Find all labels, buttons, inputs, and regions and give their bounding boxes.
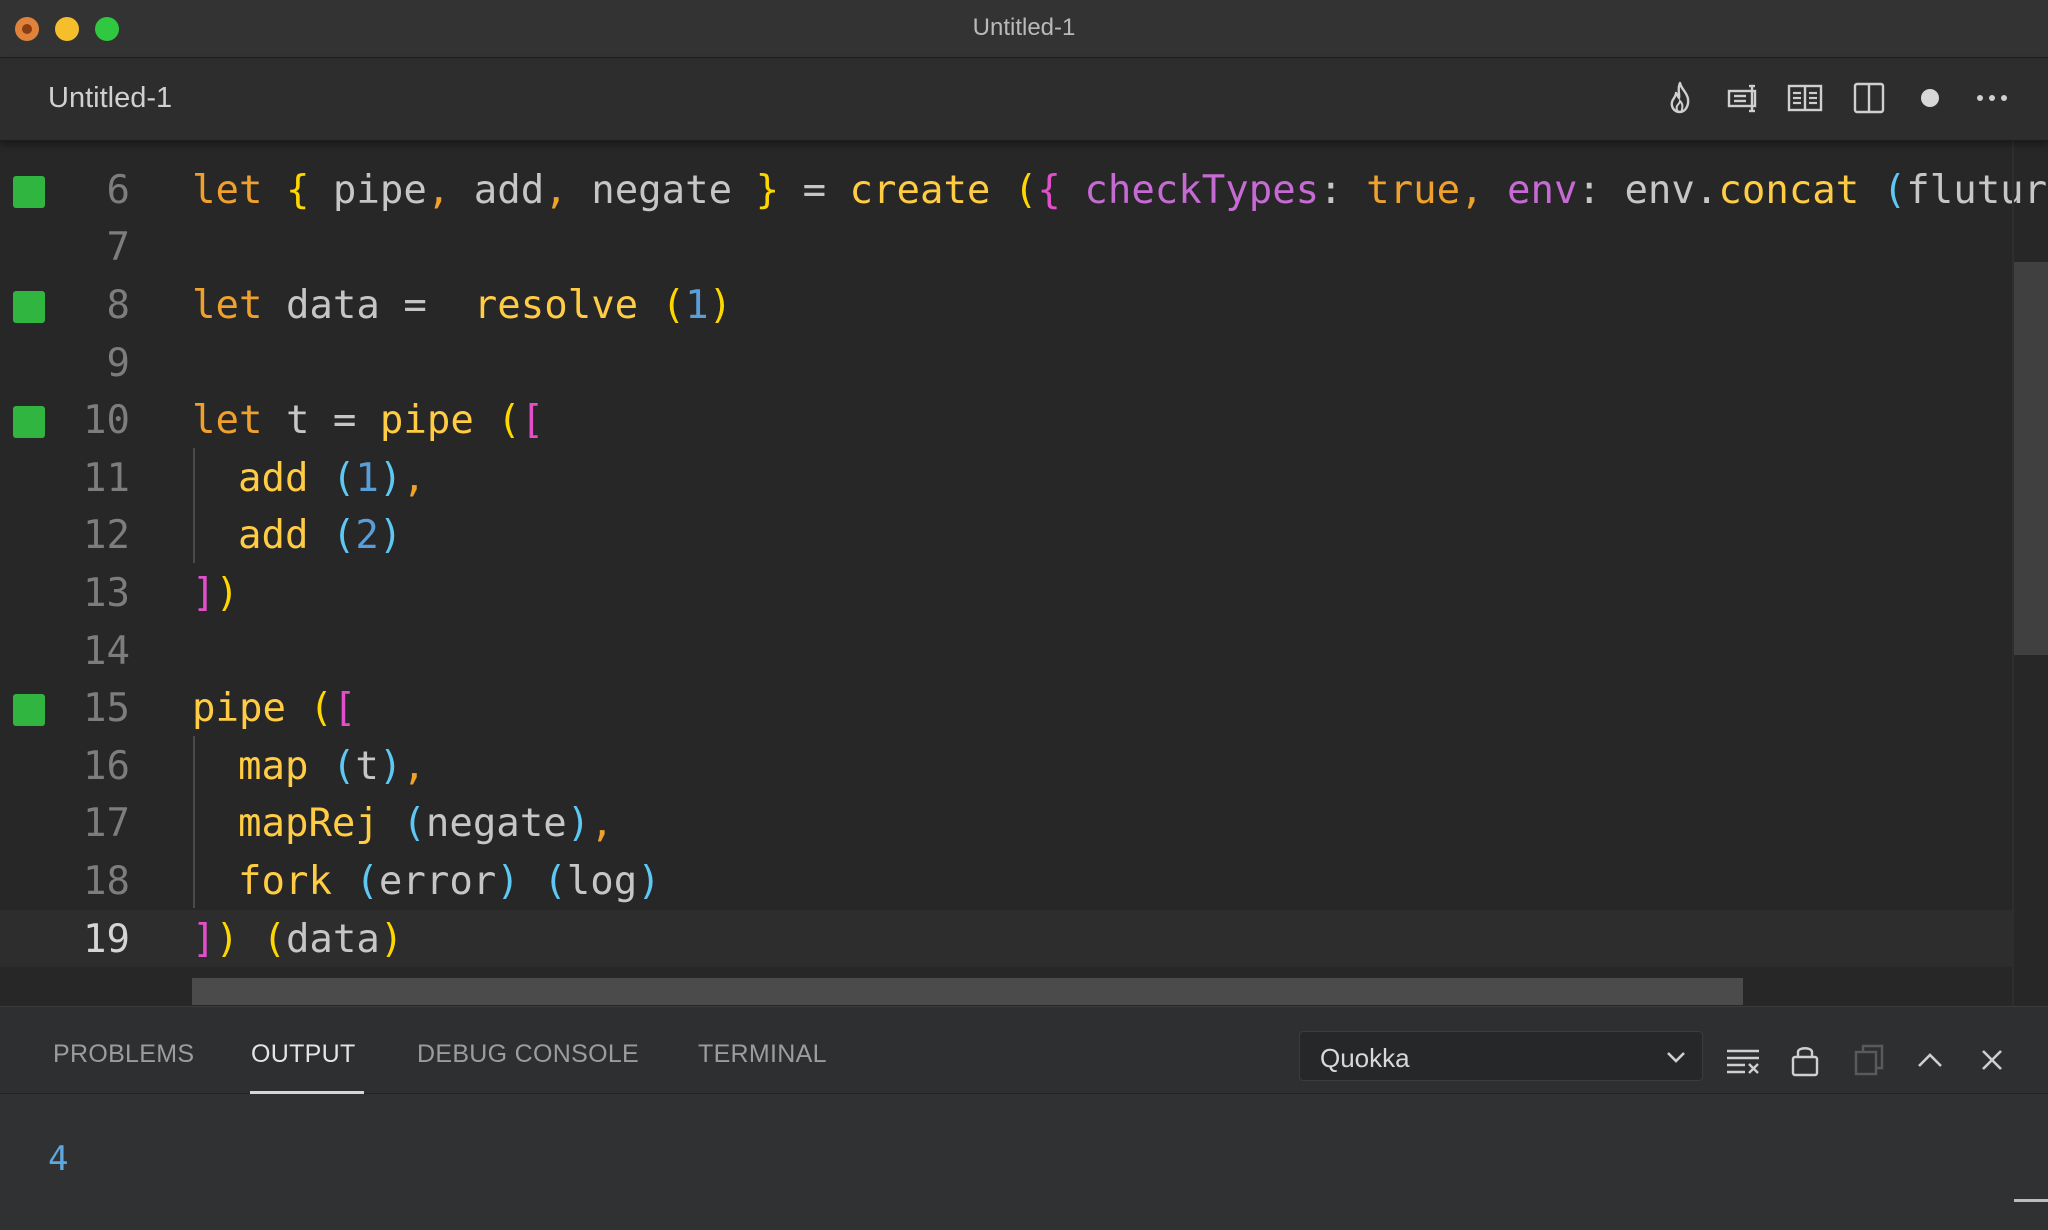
output-channel-value: Quokka (1320, 1043, 1410, 1073)
line-number: 19 (83, 917, 130, 962)
line-number: 15 (83, 686, 130, 731)
code-line-18[interactable]: 18 fork (error) (log) (0, 852, 2012, 909)
chevron-down-icon (1664, 1045, 1688, 1074)
editor-tab-bar: Untitled-1 (0, 58, 2048, 141)
app-window: Untitled-1 Untitled-1 5 6 (0, 0, 2048, 1230)
output-panel: PROBLEMS OUTPUT DEBUG CONSOLE TERMINAL Q… (0, 1006, 2048, 1230)
code-line-19-current[interactable]: 19 ]) (data) (0, 910, 2012, 967)
quokka-coverage-marker (13, 694, 45, 726)
code-text: add (1), (238, 456, 426, 501)
horizontal-scrollbar-thumb[interactable] (192, 978, 1743, 1005)
line-number: 16 (83, 744, 130, 789)
code-text: fork (error) (log) (238, 859, 661, 904)
line-number: 8 (106, 283, 130, 328)
quokka-coverage-marker (13, 176, 45, 208)
tab-debug-console[interactable]: DEBUG CONSOLE (417, 1040, 639, 1069)
line-number: 9 (106, 341, 130, 386)
output-value: 4 (48, 1139, 69, 1179)
close-panel-icon[interactable] (1972, 1040, 2012, 1080)
tab-untitled-1[interactable]: Untitled-1 (48, 82, 172, 115)
code-text: let t = pipe ([ (192, 398, 545, 443)
code-line-7[interactable]: 7 (0, 218, 2012, 275)
tab-terminal[interactable]: TERMINAL (698, 1040, 827, 1069)
line-number: 14 (83, 629, 130, 674)
unsaved-dot-icon[interactable] (1910, 78, 1950, 118)
code-line-16[interactable]: 16 map (t), (0, 737, 2012, 794)
vertical-scrollbar-thumb[interactable] (2014, 262, 2048, 655)
code-line-12[interactable]: 12 add (2) (0, 506, 2012, 563)
maximize-panel-icon[interactable] (1910, 1040, 1950, 1080)
open-editor-icon[interactable] (1849, 1040, 1889, 1080)
code-line-15[interactable]: 15 pipe ([ (0, 679, 2012, 736)
line-number: 10 (83, 398, 130, 443)
code-line-10[interactable]: 10 let t = pipe ([ (0, 391, 2012, 448)
code-text: mapRej (negate), (238, 801, 614, 846)
tab-problems[interactable]: PROBLEMS (53, 1040, 194, 1069)
code-line-11[interactable]: 11 add (1), (0, 449, 2012, 506)
code-text: map (t), (238, 744, 426, 789)
open-book-icon[interactable] (1785, 78, 1825, 118)
title-bar: Untitled-1 (0, 0, 2048, 58)
output-channel-select[interactable]: Quokka (1299, 1031, 1703, 1081)
code-line-5-partial: 5 (0, 140, 2012, 151)
line-number: 11 (83, 456, 130, 501)
window-title: Untitled-1 (972, 14, 1076, 41)
flame-icon[interactable] (1660, 78, 1700, 118)
code-line-6[interactable]: 6 let { pipe, add, negate } = create ({ … (0, 161, 2047, 218)
line-number: 13 (83, 571, 130, 616)
tab-output[interactable]: OUTPUT (251, 1040, 356, 1069)
code-editor[interactable]: 5 6 let { pipe, add, negate } = create (… (0, 140, 2048, 1006)
code-text: let data = resolve (1) (192, 283, 733, 328)
quokka-coverage-marker (13, 291, 45, 323)
panel-header: PROBLEMS OUTPUT DEBUG CONSOLE TERMINAL Q… (0, 1007, 2048, 1094)
clear-output-icon[interactable] (1723, 1040, 1763, 1080)
line-number: 7 (106, 225, 130, 270)
preview-icon[interactable] (1723, 78, 1763, 118)
code-text: pipe ([ (192, 686, 357, 731)
line-number: 6 (106, 168, 130, 213)
code-line-17[interactable]: 17 mapRej (negate), (0, 794, 2012, 851)
code-text: let { pipe, add, negate } = create ({ ch… (192, 168, 2048, 213)
code-line-9[interactable]: 9 (0, 334, 2012, 391)
lock-scroll-icon[interactable] (1785, 1040, 1825, 1080)
output-content[interactable]: 4 (0, 1094, 2048, 1230)
line-number: 12 (83, 513, 130, 558)
code-line-13[interactable]: 13 ]) (0, 564, 2012, 621)
code-text: ]) (data) (192, 917, 404, 962)
quokka-coverage-marker (13, 406, 45, 438)
line-number: 18 (83, 859, 130, 904)
code-line-14[interactable]: 14 (0, 622, 2012, 679)
output-scrollbar[interactable] (2014, 1199, 2048, 1202)
line-number: 17 (83, 801, 130, 846)
code-text: ]) (192, 571, 239, 616)
more-actions-icon[interactable] (1972, 78, 2012, 118)
code-text: add (2) (238, 513, 403, 558)
split-editor-icon[interactable] (1849, 78, 1889, 118)
code-line-8[interactable]: 8 let data = resolve (1) (0, 276, 2012, 333)
